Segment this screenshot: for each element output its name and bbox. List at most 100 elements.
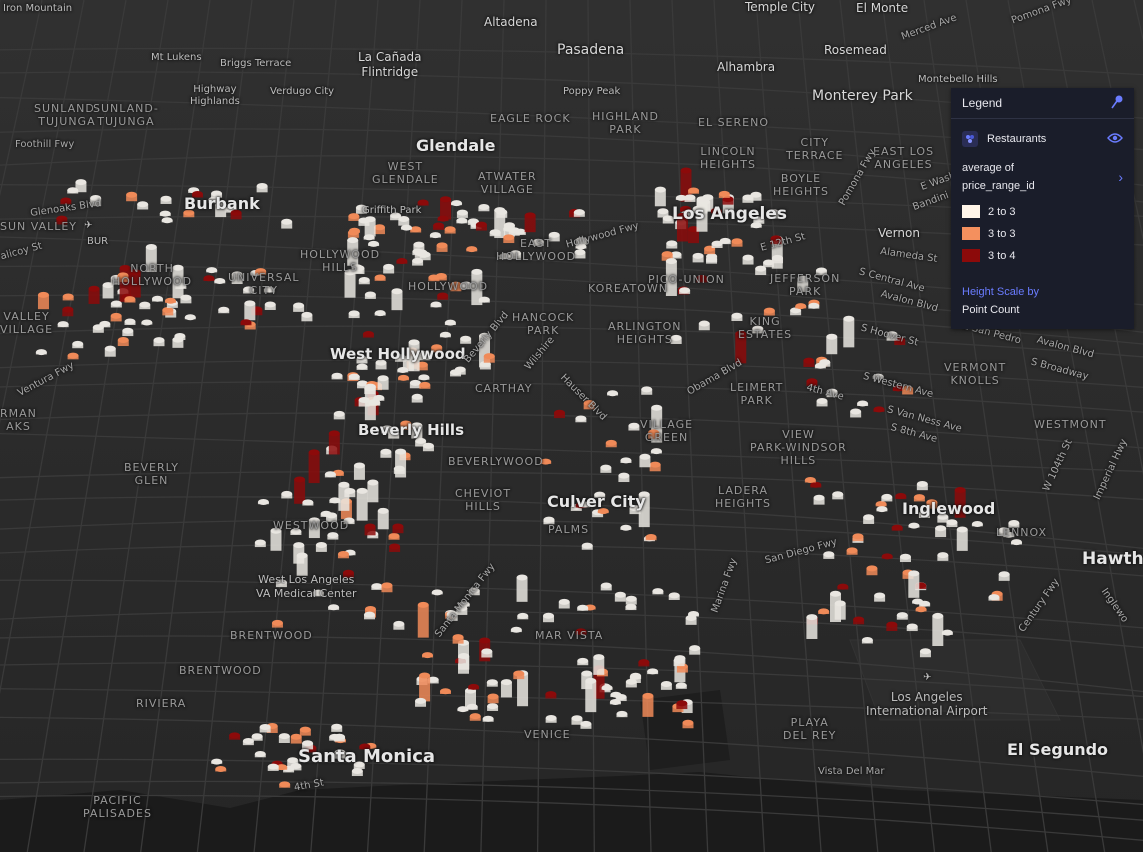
hexbin-column[interactable] — [574, 249, 586, 259]
hexbin-column[interactable] — [607, 390, 619, 397]
hexbin-column[interactable] — [377, 375, 389, 390]
hexbin-column[interactable] — [328, 430, 340, 455]
hexbin-column[interactable] — [916, 481, 928, 491]
hexbin-column[interactable] — [327, 532, 339, 540]
hexbin-column[interactable] — [908, 570, 920, 598]
hexbin-column[interactable] — [919, 648, 931, 658]
hexbin-column[interactable] — [215, 766, 227, 773]
hexbin-column[interactable] — [153, 337, 165, 347]
hexbin-column[interactable] — [458, 653, 470, 670]
hexbin-column[interactable] — [618, 472, 630, 483]
hexbin-column[interactable] — [500, 679, 512, 698]
hexbin-column[interactable] — [431, 589, 443, 596]
hexbin-column[interactable] — [891, 524, 903, 531]
hexbin-column[interactable] — [184, 314, 196, 321]
hexbin-column[interactable] — [813, 494, 825, 505]
hexbin-column[interactable] — [692, 252, 704, 263]
hexbin-column[interactable] — [57, 321, 69, 328]
hexbin-column[interactable] — [629, 673, 641, 684]
hexbin-column[interactable] — [397, 367, 409, 374]
hexbin-column[interactable] — [524, 212, 536, 233]
hexbin-column[interactable] — [806, 614, 818, 639]
hexbin-column[interactable] — [937, 552, 949, 561]
hexbin-column[interactable] — [625, 603, 637, 611]
hexbin-column[interactable] — [368, 240, 380, 247]
hexbin-column[interactable] — [1011, 539, 1023, 546]
hexbin-column[interactable] — [279, 781, 291, 788]
hexbin-column[interactable] — [881, 553, 893, 560]
hexbin-column[interactable] — [675, 682, 687, 689]
hexbin-column[interactable] — [919, 600, 931, 607]
hexbin-column[interactable] — [278, 733, 290, 743]
hexbin-column[interactable] — [362, 330, 374, 338]
pin-icon[interactable] — [1111, 95, 1123, 112]
hexbin-column[interactable] — [348, 213, 360, 221]
hexbin-column[interactable] — [398, 374, 410, 381]
hexbin-column[interactable] — [254, 750, 266, 758]
hexbin-column[interactable] — [141, 319, 153, 326]
hexbin-column[interactable] — [363, 611, 375, 620]
hexbin-column[interactable] — [915, 606, 927, 613]
hexbin-column[interactable] — [72, 340, 84, 349]
hexbin-column[interactable] — [415, 697, 427, 707]
hexbin-column[interactable] — [654, 186, 666, 207]
hexbin-column[interactable] — [971, 521, 983, 528]
hexbin-column[interactable] — [320, 510, 332, 517]
chevron-right-icon[interactable]: › — [1118, 169, 1123, 185]
hexbin-column[interactable] — [545, 714, 557, 723]
hexbin-column[interactable] — [122, 327, 134, 337]
hexbin-column[interactable] — [641, 386, 653, 395]
hexbin-column[interactable] — [117, 337, 129, 347]
hexbin-column[interactable] — [293, 302, 305, 312]
hexbin-column[interactable] — [151, 295, 163, 302]
hexbin-column[interactable] — [388, 532, 400, 540]
hexbin-column[interactable] — [875, 501, 887, 508]
hexbin-column[interactable] — [558, 598, 570, 609]
hexbin-column[interactable] — [110, 312, 122, 322]
hexbin-column[interactable] — [460, 335, 472, 344]
hexbin-column[interactable] — [673, 657, 685, 667]
hexbin-column[interactable] — [577, 657, 589, 666]
hexbin-column[interactable] — [267, 763, 279, 771]
hexbin-column[interactable] — [450, 369, 462, 377]
hexbin-column[interactable] — [331, 372, 343, 380]
hexbin-column[interactable] — [478, 204, 490, 212]
hexbin-column[interactable] — [380, 448, 392, 458]
hexbin-column[interactable] — [795, 303, 807, 310]
hexbin-column[interactable] — [600, 582, 612, 591]
hexbin-column[interactable] — [483, 353, 495, 363]
hexbin-column[interactable] — [344, 487, 356, 498]
hexbin-column[interactable] — [337, 551, 349, 559]
hexbin-column[interactable] — [881, 493, 893, 502]
hexbin-column[interactable] — [37, 291, 49, 310]
hexbin-column[interactable] — [935, 525, 947, 538]
hexbin-column[interactable] — [104, 345, 116, 357]
hexbin-column[interactable] — [657, 208, 669, 218]
hexbin-column[interactable] — [601, 684, 613, 691]
hexbin-column[interactable] — [256, 182, 268, 193]
hexbin-column[interactable] — [257, 499, 269, 506]
hexbin-column[interactable] — [433, 222, 445, 230]
hexbin-column[interactable] — [452, 634, 464, 644]
hexbin-column[interactable] — [240, 319, 252, 326]
hexbin-column[interactable] — [251, 733, 263, 741]
hexbin-column[interactable] — [418, 374, 430, 381]
hexbin-column[interactable] — [328, 604, 340, 611]
hexbin-column[interactable] — [689, 645, 701, 655]
hexbin-column[interactable] — [853, 616, 865, 625]
hexbin-column[interactable] — [395, 448, 407, 478]
hexbin-column[interactable] — [62, 293, 74, 301]
hexbin-column[interactable] — [451, 200, 463, 207]
hexbin-column[interactable] — [832, 491, 844, 500]
hexbin-column[interactable] — [35, 349, 47, 356]
hexbin-column[interactable] — [823, 551, 835, 559]
hexbin-column[interactable] — [850, 408, 862, 418]
hexbin-column[interactable] — [92, 324, 104, 333]
hexbin-column[interactable] — [333, 410, 345, 420]
hexbin-column[interactable] — [444, 226, 456, 234]
hexbin-column[interactable] — [625, 595, 637, 605]
hexbin-column[interactable] — [417, 601, 429, 638]
hexbin-column[interactable] — [389, 543, 401, 552]
hexbin-column[interactable] — [600, 464, 612, 473]
hexbin-column[interactable] — [294, 476, 306, 504]
